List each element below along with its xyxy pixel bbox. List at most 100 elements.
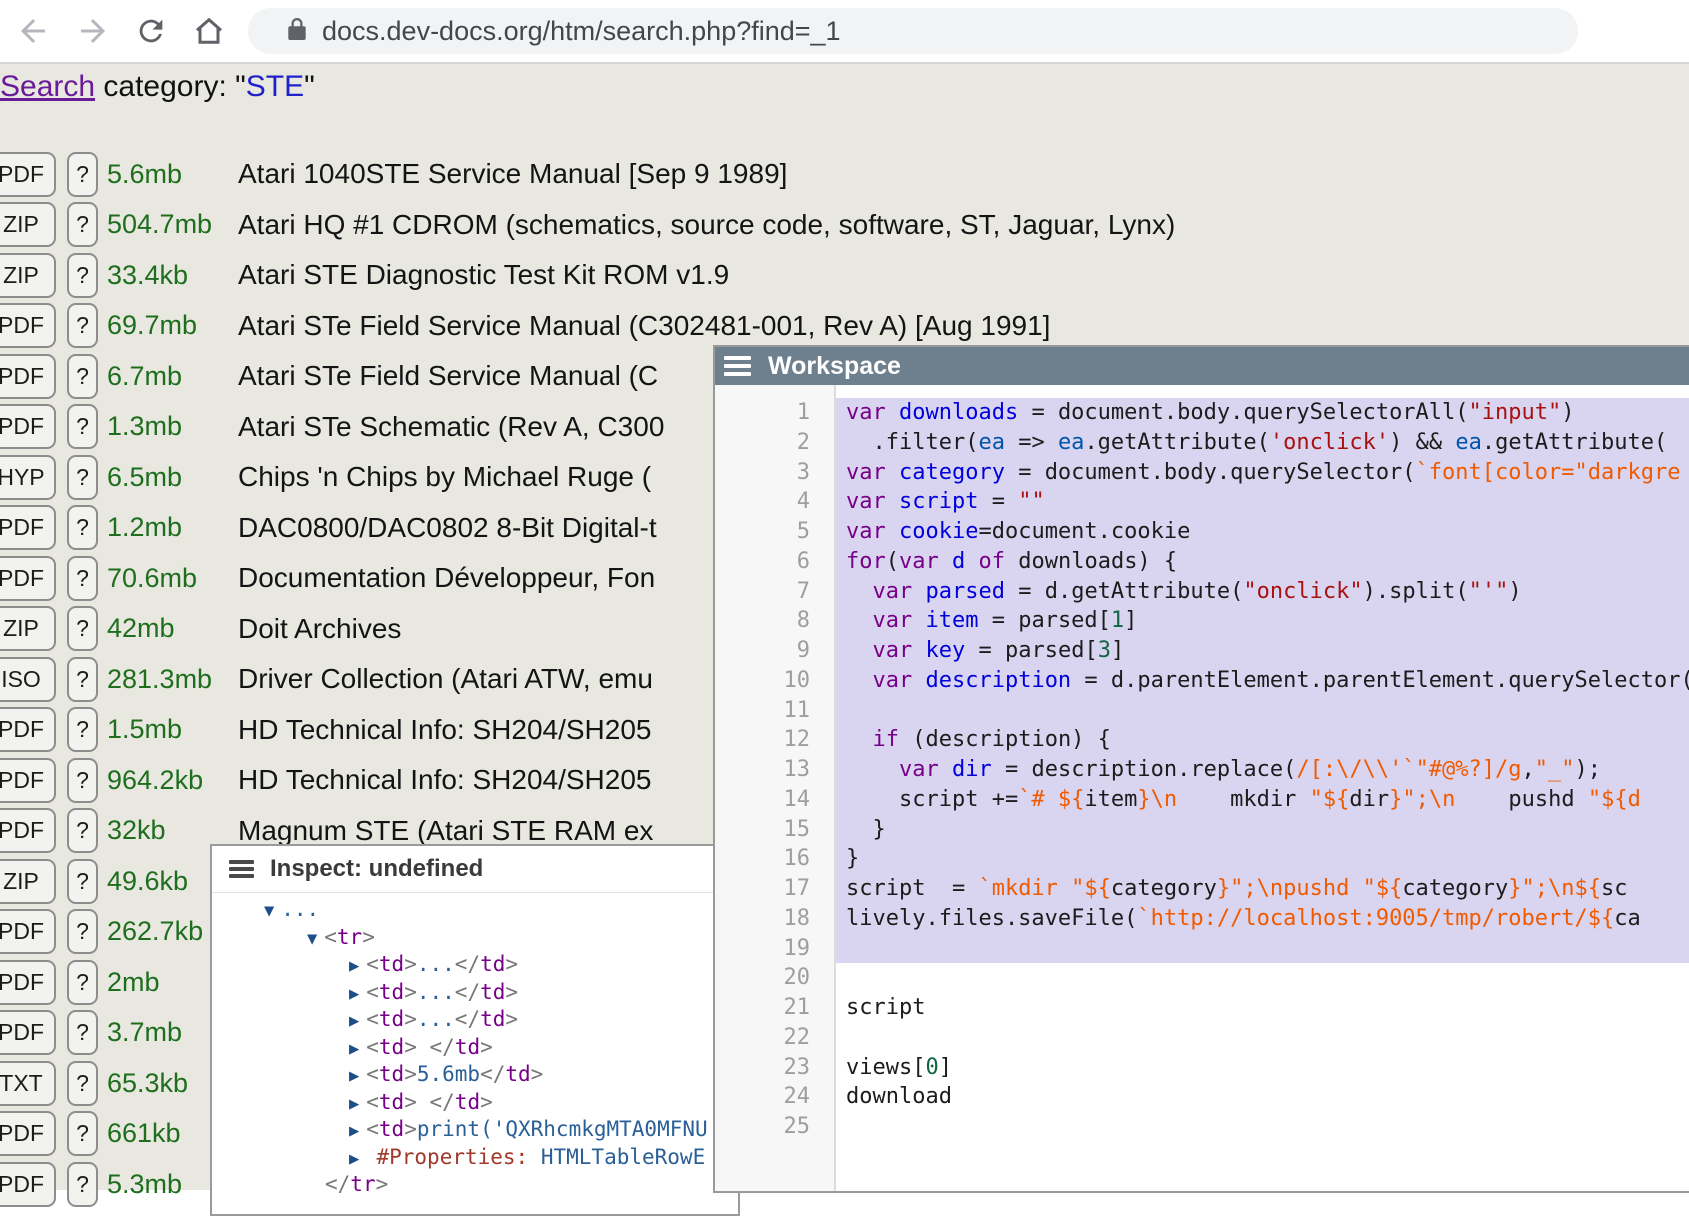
code-line[interactable]: 20 (715, 963, 1689, 993)
file-type-button[interactable]: PDF (0, 758, 56, 803)
code-line-text[interactable] (836, 696, 1689, 726)
code-line[interactable]: 15 } (715, 815, 1689, 845)
code-line[interactable]: 11 (715, 696, 1689, 726)
search-link[interactable]: Search (0, 70, 95, 103)
menu-icon[interactable] (229, 857, 254, 882)
file-type-button[interactable]: PDF (0, 1111, 56, 1156)
code-line[interactable]: 17script = `mkdir "${category}";\npushd … (715, 874, 1689, 904)
info-button[interactable]: ? (67, 354, 98, 399)
dom-tree-line[interactable]: ▼... (212, 896, 738, 924)
info-button[interactable]: ? (67, 152, 98, 197)
code-line[interactable]: 6for(var d of downloads) { (715, 547, 1689, 577)
dom-tree-line[interactable]: ▶<td>print('QXRhcmkgMTA0MFNU (212, 1116, 738, 1144)
code-editor[interactable]: 1var downloads = document.body.querySele… (715, 385, 1689, 1193)
file-type-button[interactable]: PDF (0, 960, 56, 1005)
code-line-text[interactable]: var downloads = document.body.querySelec… (836, 398, 1689, 428)
info-button[interactable]: ? (67, 455, 98, 500)
code-line-text[interactable]: var parsed = d.getAttribute("onclick").s… (836, 577, 1689, 607)
reload-icon[interactable] (130, 10, 172, 52)
code-line-text[interactable]: script (836, 993, 1689, 1023)
forward-icon[interactable] (72, 10, 114, 52)
disclosure-triangle-icon[interactable]: ▶ (349, 1066, 359, 1086)
file-type-button[interactable]: PDF (0, 404, 56, 449)
dom-tree-line[interactable]: ▶<td>...</td> (212, 1006, 738, 1034)
code-line-text[interactable] (836, 1112, 1689, 1142)
code-line-text[interactable]: } (836, 844, 1689, 874)
info-button[interactable]: ? (67, 404, 98, 449)
disclosure-triangle-icon[interactable]: ▶ (349, 984, 359, 1004)
file-type-button[interactable]: PDF (0, 808, 56, 853)
dom-tree-line[interactable]: </tr> (212, 1171, 738, 1199)
dom-tree-line[interactable]: ▶<td>5.6mb</td> (212, 1061, 738, 1089)
code-line-text[interactable] (836, 1023, 1689, 1053)
code-line[interactable]: 7 var parsed = d.getAttribute("onclick")… (715, 577, 1689, 607)
code-lines[interactable]: 1var downloads = document.body.querySele… (715, 385, 1689, 1142)
file-type-button[interactable]: ZIP (0, 606, 56, 651)
info-button[interactable]: ? (67, 556, 98, 601)
file-type-button[interactable]: ISO (0, 657, 56, 702)
code-line-text[interactable]: lively.files.saveFile(`http://localhost:… (836, 904, 1689, 934)
dom-tree-line[interactable]: ▶<td>...</td> (212, 979, 738, 1007)
file-type-button[interactable]: PDF (0, 303, 56, 348)
code-line-text[interactable]: var description = d.parentElement.parent… (836, 666, 1689, 696)
disclosure-triangle-icon[interactable]: ▶ (349, 1121, 359, 1141)
code-line-text[interactable] (836, 963, 1689, 993)
code-line-text[interactable] (836, 934, 1689, 964)
file-type-button[interactable]: ZIP (0, 253, 56, 298)
workspace-titlebar[interactable]: Workspace (715, 347, 1689, 385)
disclosure-triangle-icon[interactable]: ▼ (307, 929, 317, 949)
disclosure-triangle-icon[interactable]: ▶ (349, 1149, 369, 1169)
disclosure-triangle-icon[interactable]: ▶ (349, 1011, 359, 1031)
code-line[interactable]: 18lively.files.saveFile(`http://localhos… (715, 904, 1689, 934)
code-line[interactable]: 4var script = "" (715, 487, 1689, 517)
info-button[interactable]: ? (67, 808, 98, 853)
info-button[interactable]: ? (67, 202, 98, 247)
code-line[interactable]: 21script (715, 993, 1689, 1023)
file-type-button[interactable]: HYP (0, 455, 56, 500)
code-line[interactable]: 1var downloads = document.body.querySele… (715, 398, 1689, 428)
file-type-button[interactable]: PDF (0, 707, 56, 752)
file-type-button[interactable]: PDF (0, 505, 56, 550)
info-button[interactable]: ? (67, 758, 98, 803)
file-type-button[interactable]: ZIP (0, 202, 56, 247)
code-line-text[interactable]: script = `mkdir "${category}";\npushd "$… (836, 874, 1689, 904)
code-line-text[interactable]: download (836, 1082, 1689, 1112)
code-line[interactable]: 12 if (description) { (715, 725, 1689, 755)
code-line-text[interactable]: script +=`# ${item}\n mkdir "${dir}";\n … (836, 785, 1689, 815)
dom-tree-line[interactable]: ▶<td>...</td> (212, 951, 738, 979)
info-button[interactable]: ? (67, 1061, 98, 1106)
dom-tree-line[interactable]: ▶<td> </td> (212, 1034, 738, 1062)
file-type-button[interactable]: PDF (0, 556, 56, 601)
code-line-text[interactable]: if (description) { (836, 725, 1689, 755)
code-line[interactable]: 2 .filter(ea => ea.getAttribute('onclick… (715, 428, 1689, 458)
disclosure-triangle-icon[interactable]: ▶ (349, 1094, 359, 1114)
back-icon[interactable] (12, 10, 54, 52)
code-line-text[interactable]: var cookie=document.cookie (836, 517, 1689, 547)
info-button[interactable]: ? (67, 1162, 98, 1207)
code-line[interactable]: 23views[0] (715, 1053, 1689, 1083)
dom-tree[interactable]: ▼...▼<tr>▶<td>...</td>▶<td>...</td>▶<td>… (212, 893, 738, 1199)
code-line[interactable]: 22 (715, 1023, 1689, 1053)
code-line[interactable]: 9 var key = parsed[3] (715, 636, 1689, 666)
file-type-button[interactable]: PDF (0, 1162, 56, 1207)
info-button[interactable]: ? (67, 303, 98, 348)
address-bar[interactable]: docs.dev-docs.org/htm/search.php?find=_1 (248, 8, 1578, 54)
info-button[interactable]: ? (67, 1111, 98, 1156)
disclosure-triangle-icon[interactable]: ▼ (264, 901, 274, 921)
code-line[interactable]: 10 var description = d.parentElement.par… (715, 666, 1689, 696)
code-line[interactable]: 5var cookie=document.cookie (715, 517, 1689, 547)
code-line-text[interactable]: var dir = description.replace(/[:\/\\'`"… (836, 755, 1689, 785)
file-type-button[interactable]: PDF (0, 354, 56, 399)
code-line[interactable]: 16} (715, 844, 1689, 874)
info-button[interactable]: ? (67, 909, 98, 954)
info-button[interactable]: ? (67, 505, 98, 550)
info-button[interactable]: ? (67, 960, 98, 1005)
dom-tree-line[interactable]: ▶ #Properties: HTMLTableRowE (212, 1144, 738, 1172)
info-button[interactable]: ? (67, 657, 98, 702)
disclosure-triangle-icon[interactable]: ▶ (349, 1039, 359, 1059)
inspect-titlebar[interactable]: Inspect: undefined (212, 846, 738, 893)
file-type-button[interactable]: PDF (0, 152, 56, 197)
dom-tree-line[interactable]: ▼<tr> (212, 924, 738, 952)
code-line[interactable]: 3var category = document.body.querySelec… (715, 458, 1689, 488)
file-type-button[interactable]: PDF (0, 1010, 56, 1055)
